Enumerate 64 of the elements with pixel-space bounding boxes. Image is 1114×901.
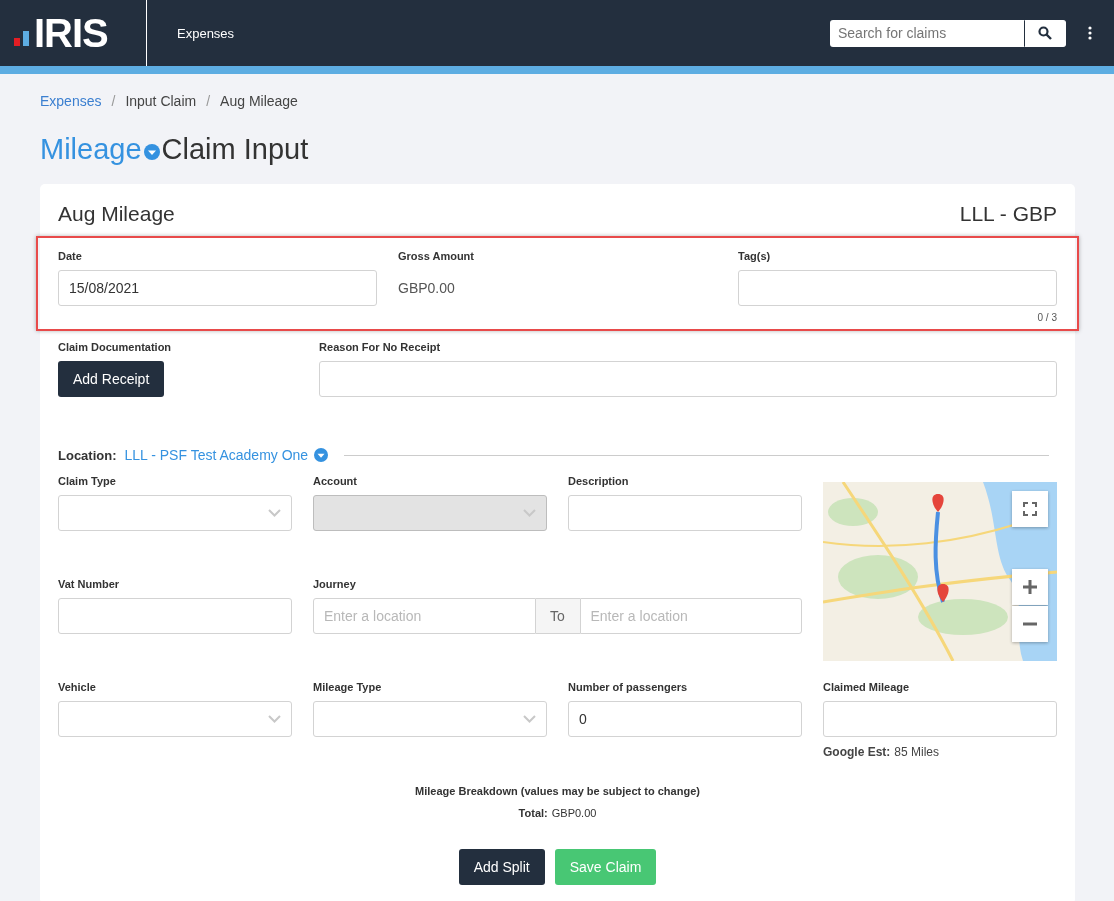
add-receipt-button[interactable]: Add Receipt (58, 361, 165, 397)
entity-currency: LLL - GBP (959, 202, 1057, 226)
field-label: Account (313, 475, 358, 487)
field-label: Tag(s) (738, 250, 772, 262)
field-label: Reason For No Receipt (319, 341, 442, 353)
claimed-mileage-field[interactable] (823, 701, 1057, 737)
field-label: Vehicle (58, 681, 97, 693)
to-label: To (535, 598, 580, 634)
date-field[interactable]: 15/08/2021 (58, 270, 377, 306)
nav-link[interactable]: Expenses (177, 25, 235, 41)
select-field[interactable] (58, 495, 292, 531)
field-label: Claim Documentation (58, 341, 172, 353)
breadcrumb-link[interactable]: Expenses (40, 93, 102, 109)
plus-icon (1022, 579, 1038, 595)
logo-text: IRIS (34, 10, 108, 56)
select-field[interactable] (58, 701, 292, 737)
tag-count: 0 / 3 (1037, 312, 1057, 323)
field-label: Number of passengers (568, 681, 689, 693)
zoom-out-button[interactable] (1012, 606, 1048, 642)
fullscreen-button[interactable] (1012, 491, 1048, 527)
text-field[interactable]: 0 (568, 701, 802, 737)
gross-amount: GBP0.00 (398, 279, 456, 296)
chevron-down-icon (268, 509, 281, 517)
search-icon (1038, 26, 1052, 40)
breakdown-title: Mileage Breakdown (values may be subject to change) (415, 785, 700, 797)
logo-bars-icon (14, 30, 29, 46)
from-location-field[interactable]: Enter a location (313, 598, 536, 634)
total-label: Total: (518, 807, 548, 819)
select-field[interactable] (313, 701, 547, 737)
text-field[interactable] (58, 598, 292, 634)
page-title: Claim Input (161, 133, 309, 166)
search-field[interactable]: Search for claims (830, 19, 1024, 47)
more-menu-icon[interactable] (1088, 26, 1092, 40)
to-location-field[interactable]: Enter a location (579, 598, 802, 634)
dropdown-icon[interactable] (314, 448, 329, 462)
estimate-value: 85 Miles (894, 745, 940, 759)
breadcrumb-item: Aug Mileage (220, 93, 298, 109)
field-label: Vat Number (58, 578, 121, 590)
field-label: Description (568, 475, 630, 487)
field-label: Date (58, 250, 83, 262)
text-field[interactable] (568, 495, 802, 531)
add-split-button[interactable]: Add Split (458, 849, 545, 885)
field-label: Journey (313, 578, 357, 590)
field-label: Mileage Type (313, 681, 383, 693)
chevron-down-icon (268, 715, 281, 723)
dropdown-icon[interactable] (143, 143, 160, 160)
zoom-in-button[interactable] (1012, 569, 1048, 605)
field-label: Gross Amount (398, 250, 475, 262)
reason-field[interactable] (319, 361, 1057, 397)
chevron-down-icon (523, 509, 536, 517)
field-label: Claim Type (58, 475, 117, 487)
fullscreen-icon (1023, 502, 1037, 516)
search-button[interactable] (1024, 19, 1066, 47)
estimate-label: Google Est: (823, 745, 891, 759)
field-label: Claimed Mileage (823, 681, 911, 693)
location-label: Location: (58, 447, 117, 463)
tags-field[interactable] (738, 270, 1057, 306)
chevron-down-icon (523, 715, 536, 723)
minus-icon (1022, 622, 1038, 626)
breadcrumb-separator: / (206, 93, 211, 109)
breadcrumb-item: Input Claim (125, 93, 197, 109)
claim-title: Aug Mileage (58, 202, 175, 226)
total-value: GBP0.00 (551, 807, 597, 819)
breadcrumb-separator: / (111, 93, 116, 109)
